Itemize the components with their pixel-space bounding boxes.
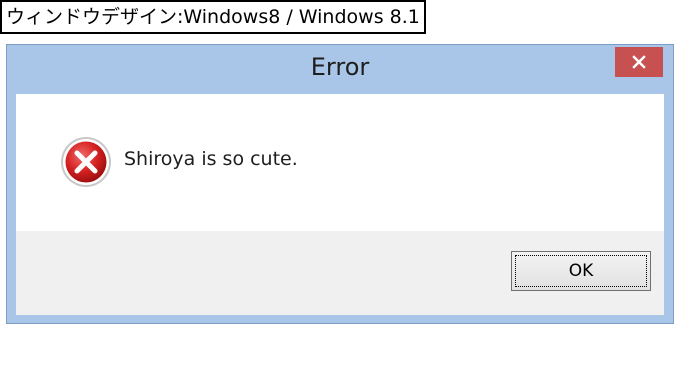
message-area: Shiroya is so cute. <box>16 94 664 231</box>
dialog-message: Shiroya is so cute. <box>124 148 298 170</box>
close-button[interactable] <box>615 47 663 77</box>
dialog-titlebar[interactable]: Error <box>7 45 673 93</box>
button-area: OK <box>16 231 664 315</box>
design-caption-label: ウィンドウデザイン:Windows8 / Windows 8.1 <box>0 0 426 34</box>
dialog-client-area: Shiroya is so cute. OK <box>16 94 664 315</box>
ok-button-label: OK <box>568 261 594 281</box>
error-dialog-window: Error Shiroya is so cute. OK <box>6 44 674 324</box>
ok-button[interactable]: OK <box>511 251 651 291</box>
error-icon <box>61 137 111 187</box>
close-icon <box>632 55 646 69</box>
dialog-title: Error <box>310 53 370 81</box>
